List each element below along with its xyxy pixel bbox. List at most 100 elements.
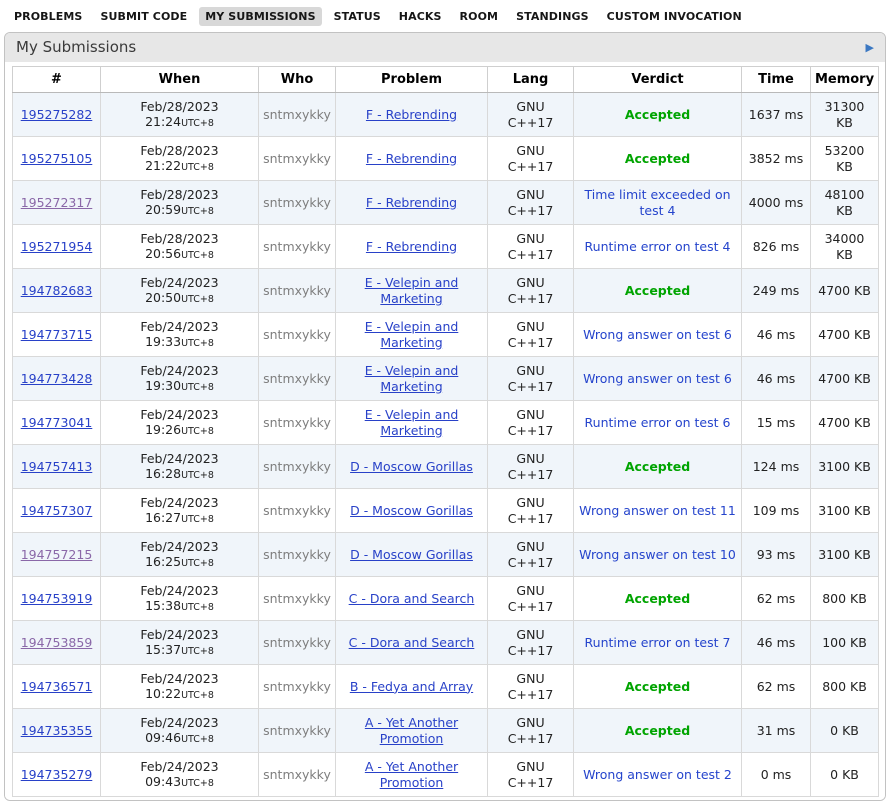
submission-id-link[interactable]: 195271954: [21, 239, 93, 254]
when-cell: Feb/24/2023 15:38UTC+8: [101, 577, 259, 621]
problem-cell: E - Velepin and Marketing: [336, 313, 488, 357]
problem-link[interactable]: E - Velepin and Marketing: [365, 319, 459, 350]
execution-time: 109 ms: [753, 503, 800, 518]
nav-item-standings[interactable]: STANDINGS: [510, 7, 595, 26]
problem-link[interactable]: D - Moscow Gorillas: [350, 459, 473, 474]
username: sntmxykky: [263, 107, 331, 122]
column-header-memory: Memory: [811, 67, 879, 93]
submission-id-link[interactable]: 194736571: [21, 679, 93, 694]
submission-id-link[interactable]: 195275282: [21, 107, 93, 122]
submission-id-cell: 195271954: [13, 225, 101, 269]
when-cell: Feb/24/2023 15:37UTC+8: [101, 621, 259, 665]
memory-cell: 4700 KB: [811, 269, 879, 313]
memory-cell: 4700 KB: [811, 401, 879, 445]
problem-link[interactable]: D - Moscow Gorillas: [350, 503, 473, 518]
expand-arrow-icon[interactable]: ▶: [866, 42, 874, 53]
nav-item-room[interactable]: ROOM: [454, 7, 505, 26]
problem-link[interactable]: D - Moscow Gorillas: [350, 547, 473, 562]
who-cell: sntmxykky: [259, 181, 336, 225]
submission-id-link[interactable]: 194757413: [21, 459, 93, 474]
nav-item-status[interactable]: STATUS: [328, 7, 387, 26]
submission-id-link[interactable]: 194735279: [21, 767, 93, 782]
who-cell: sntmxykky: [259, 93, 336, 137]
verdict-text: Wrong answer on test 2: [583, 767, 732, 782]
problem-link[interactable]: F - Rebrending: [366, 195, 457, 210]
submission-id-link[interactable]: 194757307: [21, 503, 93, 518]
submission-date: Feb/28/2023: [105, 231, 254, 247]
problem-cell: F - Rebrending: [336, 181, 488, 225]
nav-item-custom-invocation[interactable]: CUSTOM INVOCATION: [601, 7, 748, 26]
execution-time: 93 ms: [757, 547, 796, 562]
username: sntmxykky: [263, 327, 331, 342]
problem-link[interactable]: E - Velepin and Marketing: [365, 275, 459, 306]
lang-cell: GNU C++17: [488, 621, 574, 665]
submission-id-link[interactable]: 194753919: [21, 591, 93, 606]
problem-link[interactable]: A - Yet Another Promotion: [365, 759, 458, 790]
memory-cell: 31300 KB: [811, 93, 879, 137]
problem-cell: D - Moscow Gorillas: [336, 533, 488, 577]
time-cell: 249 ms: [742, 269, 811, 313]
username: sntmxykky: [263, 547, 331, 562]
submission-row: 194757307 Feb/24/2023 16:27UTC+8 sntmxyk…: [13, 489, 879, 533]
execution-time: 15 ms: [757, 415, 796, 430]
problem-link[interactable]: F - Rebrending: [366, 151, 457, 166]
timezone-label: UTC+8: [181, 778, 214, 789]
nav-item-problems[interactable]: PROBLEMS: [8, 7, 88, 26]
verdict-text: Runtime error on test 4: [585, 239, 731, 254]
submission-id-cell: 194757307: [13, 489, 101, 533]
nav-item-my-submissions[interactable]: MY SUBMISSIONS: [199, 7, 321, 26]
username: sntmxykky: [263, 723, 331, 738]
nav-item-hacks[interactable]: HACKS: [393, 7, 448, 26]
timezone-label: UTC+8: [181, 558, 214, 569]
submission-id-link[interactable]: 194773715: [21, 327, 93, 342]
who-cell: sntmxykky: [259, 269, 336, 313]
time-cell: 62 ms: [742, 665, 811, 709]
verdict-cell: Accepted: [574, 577, 742, 621]
when-cell: Feb/28/2023 21:22UTC+8: [101, 137, 259, 181]
time-cell: 826 ms: [742, 225, 811, 269]
problem-link[interactable]: F - Rebrending: [366, 239, 457, 254]
submission-id-link[interactable]: 194782683: [21, 283, 93, 298]
memory-used: 53200 KB: [825, 143, 865, 174]
submission-id-link[interactable]: 195275105: [21, 151, 93, 166]
problem-cell: E - Velepin and Marketing: [336, 357, 488, 401]
problem-link[interactable]: B - Fedya and Array: [350, 679, 473, 694]
execution-time: 62 ms: [757, 679, 796, 694]
nav-item-submit-code[interactable]: SUBMIT CODE: [94, 7, 193, 26]
verdict-text: Time limit exceeded on test 4: [584, 187, 730, 218]
verdict-cell: Runtime error on test 4: [574, 225, 742, 269]
execution-time: 31 ms: [757, 723, 796, 738]
execution-time: 249 ms: [753, 283, 800, 298]
who-cell: sntmxykky: [259, 665, 336, 709]
problem-link[interactable]: E - Velepin and Marketing: [365, 407, 459, 438]
submission-id-link[interactable]: 195272317: [21, 195, 93, 210]
problem-link[interactable]: C - Dora and Search: [349, 635, 475, 650]
language-label: GNU C++17: [508, 715, 554, 746]
username: sntmxykky: [263, 679, 331, 694]
when-cell: Feb/24/2023 16:25UTC+8: [101, 533, 259, 577]
problem-link[interactable]: E - Velepin and Marketing: [365, 363, 459, 394]
problem-cell: A - Yet Another Promotion: [336, 709, 488, 753]
when-cell: Feb/28/2023 20:59UTC+8: [101, 181, 259, 225]
problem-link[interactable]: C - Dora and Search: [349, 591, 475, 606]
verdict-text: Accepted: [625, 459, 690, 474]
submission-id-link[interactable]: 194735355: [21, 723, 93, 738]
submission-id-link[interactable]: 194757215: [21, 547, 93, 562]
problem-cell: B - Fedya and Array: [336, 665, 488, 709]
verdict-text: Accepted: [625, 723, 690, 738]
problem-link[interactable]: F - Rebrending: [366, 107, 457, 122]
when-cell: Feb/24/2023 16:28UTC+8: [101, 445, 259, 489]
submission-id-link[interactable]: 194773041: [21, 415, 93, 430]
submission-row: 195272317 Feb/28/2023 20:59UTC+8 sntmxyk…: [13, 181, 879, 225]
submission-id-link[interactable]: 194753859: [21, 635, 93, 650]
submission-time: 21:22UTC+8: [105, 158, 254, 174]
submission-id-link[interactable]: 194773428: [21, 371, 93, 386]
verdict-cell: Runtime error on test 7: [574, 621, 742, 665]
problem-link[interactable]: A - Yet Another Promotion: [365, 715, 458, 746]
execution-time: 826 ms: [753, 239, 800, 254]
submission-id-cell: 195275282: [13, 93, 101, 137]
my-submissions-widget: My Submissions ▶ # When Who Problem Lang…: [4, 32, 886, 801]
submission-id-cell: 194773041: [13, 401, 101, 445]
verdict-cell: Accepted: [574, 269, 742, 313]
memory-cell: 3100 KB: [811, 445, 879, 489]
